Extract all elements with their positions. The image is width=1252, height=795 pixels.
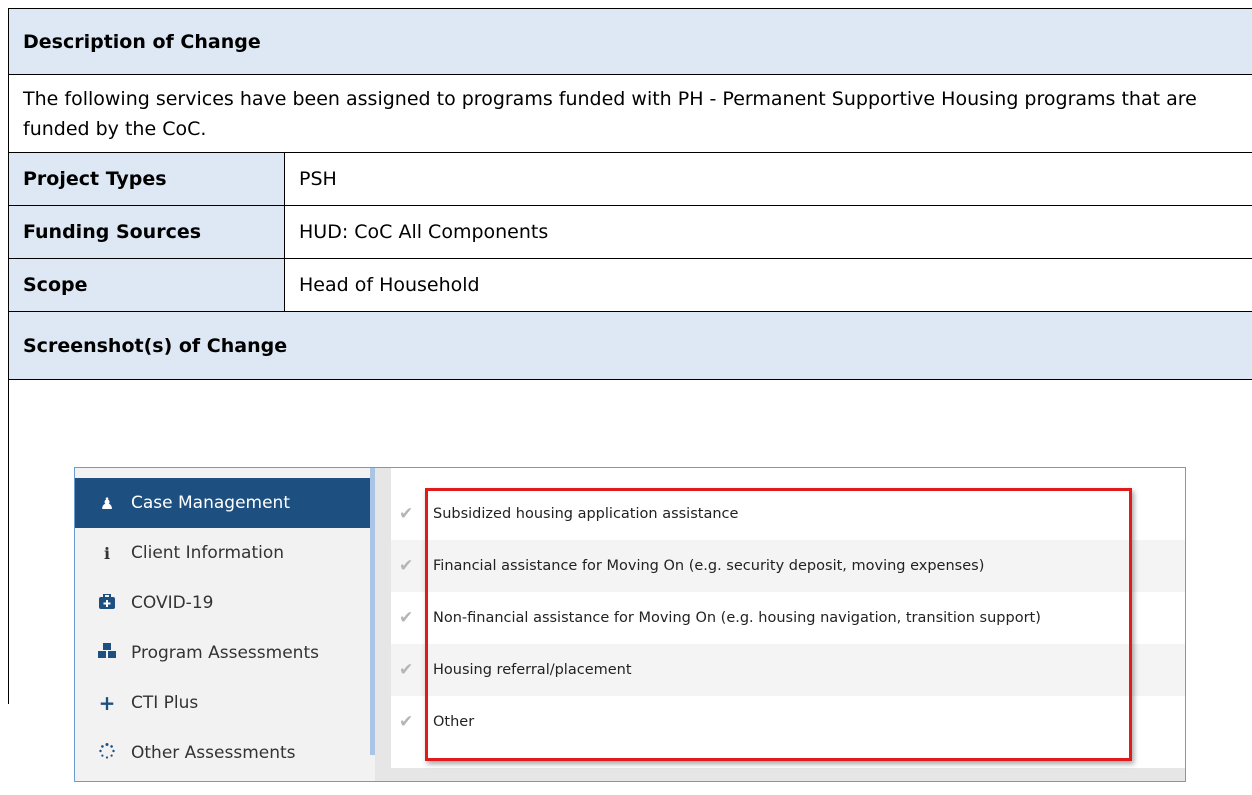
- sidebar-item-label: Program Assessments: [131, 643, 319, 663]
- info-icon: i: [103, 543, 111, 563]
- sidebar-item-label: CTI Plus: [131, 693, 199, 713]
- description-text: The following services have been assigne…: [8, 74, 1252, 153]
- scope-value: Head of Household: [284, 258, 1252, 312]
- screenshot-header: Screenshot(s) of Change: [8, 311, 1252, 380]
- sidebar-item-label: Client Information: [131, 543, 285, 563]
- checkmark-icon: ✔: [399, 608, 414, 628]
- project-types-value: PSH: [284, 152, 1252, 206]
- sidebar-item-label: Case Management: [131, 493, 290, 513]
- spinner-icon: [95, 743, 119, 763]
- funding-sources-label: Funding Sources: [8, 205, 285, 259]
- sidebar-item-case-management[interactable]: ♟ Case Management: [75, 478, 370, 528]
- sidebar-item-other-assessments[interactable]: Other Assessments: [75, 728, 370, 778]
- cubes-icon: [95, 643, 119, 663]
- plus-icon: +: [98, 691, 116, 715]
- person-icon: ♟: [99, 493, 115, 513]
- sidebar: ♟ Case Management i Client Information C…: [75, 468, 375, 781]
- embedded-screenshot: ♟ Case Management i Client Information C…: [74, 467, 1186, 782]
- checkmark-icon: ✔: [399, 504, 414, 524]
- scope-label: Scope: [8, 258, 285, 312]
- sidebar-item-covid-19[interactable]: COVID-19: [75, 578, 370, 628]
- sidebar-item-label: Other Assessments: [131, 743, 296, 763]
- medical-kit-icon: [95, 592, 119, 613]
- sidebar-item-cti-plus[interactable]: + CTI Plus: [75, 678, 370, 728]
- sidebar-item-label: COVID-19: [131, 593, 214, 613]
- highlight-box: [425, 488, 1132, 761]
- funding-sources-value: HUD: CoC All Components: [284, 205, 1252, 259]
- checkmark-icon: ✔: [399, 556, 414, 576]
- description-header: Description of Change: [8, 8, 1252, 75]
- checkmark-icon: ✔: [399, 660, 414, 680]
- sidebar-divider: [375, 468, 391, 781]
- sidebar-item-program-assessments[interactable]: Program Assessments: [75, 628, 370, 678]
- project-types-label: Project Types: [8, 152, 285, 206]
- checkmark-icon: ✔: [399, 712, 414, 732]
- sidebar-item-client-information[interactable]: i Client Information: [75, 528, 370, 578]
- content-footer-bar: [391, 768, 1185, 781]
